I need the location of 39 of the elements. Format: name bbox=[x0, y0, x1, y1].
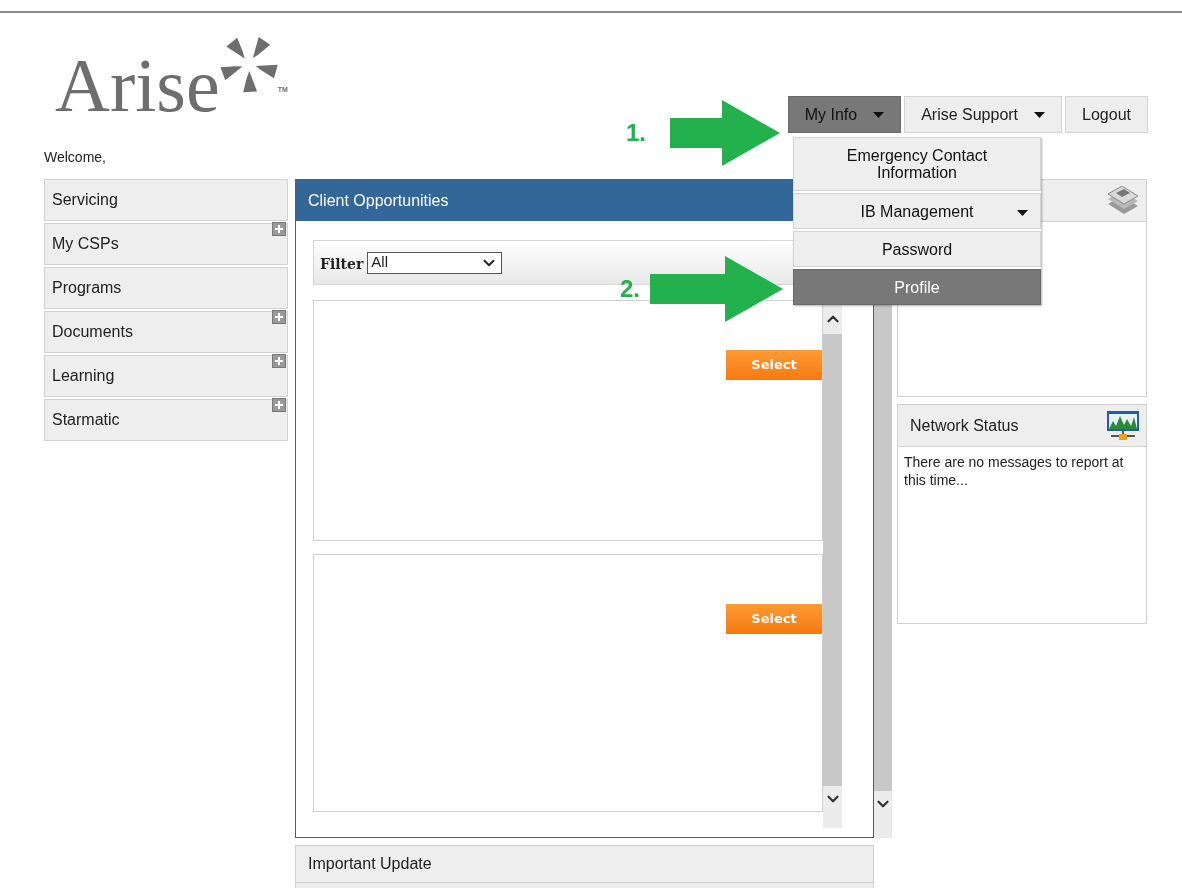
sidebar-item[interactable]: Starmatic bbox=[44, 399, 288, 441]
nav-button[interactable]: Logout bbox=[1065, 96, 1148, 133]
sidebar-label: My CSPs bbox=[52, 234, 119, 254]
panel-title: Client Opportunities bbox=[308, 190, 449, 211]
welcome-text: Welcome, bbox=[44, 149, 106, 165]
panel-title: Important Update bbox=[308, 854, 432, 874]
menu-item[interactable]: Emergency Contact Information bbox=[793, 137, 1041, 191]
expand-icon[interactable] bbox=[272, 222, 286, 236]
nav-button[interactable]: Arise Support bbox=[904, 96, 1063, 133]
step-label: 2. bbox=[620, 274, 640, 304]
sidebar-item[interactable]: Programs bbox=[44, 267, 288, 309]
sidebar-label: Starmatic bbox=[52, 410, 120, 430]
sidebar-item[interactable]: Documents bbox=[44, 311, 288, 353]
expand-icon[interactable] bbox=[272, 398, 286, 412]
nav-button[interactable]: My Info bbox=[787, 96, 902, 133]
network-monitor-icon bbox=[1106, 409, 1140, 442]
sidebar-label: Servicing bbox=[52, 190, 118, 210]
scrollbar[interactable] bbox=[874, 304, 892, 838]
status-message: There are no messages to report at this time... bbox=[903, 453, 1125, 489]
sidebar-label: Programs bbox=[52, 278, 122, 298]
filter-label: Filter bbox=[320, 255, 364, 274]
caret-icon bbox=[873, 111, 885, 118]
step-label: 1. bbox=[626, 118, 646, 148]
sidebar-item[interactable]: Servicing bbox=[44, 179, 288, 221]
menu-item[interactable]: Password bbox=[793, 231, 1041, 267]
sidebar-item[interactable]: Learning bbox=[44, 355, 288, 397]
logo-text: Arise bbox=[55, 47, 220, 123]
sidebar-label: Learning bbox=[52, 366, 115, 386]
caret-icon bbox=[1017, 210, 1028, 216]
expand-icon[interactable] bbox=[272, 310, 286, 324]
panel-title: Network Status bbox=[910, 415, 1019, 436]
sidebar-label: Documents bbox=[52, 322, 133, 342]
menu-item[interactable]: IB Management bbox=[793, 193, 1041, 229]
sidebar-item[interactable]: My CSPs bbox=[44, 223, 288, 265]
filter-select[interactable]: All bbox=[367, 251, 503, 274]
caret-icon bbox=[1034, 111, 1046, 118]
expand-icon[interactable] bbox=[272, 354, 286, 368]
menu-item[interactable]: Profile bbox=[793, 269, 1041, 305]
pinwheel-logo-icon bbox=[219, 35, 278, 93]
